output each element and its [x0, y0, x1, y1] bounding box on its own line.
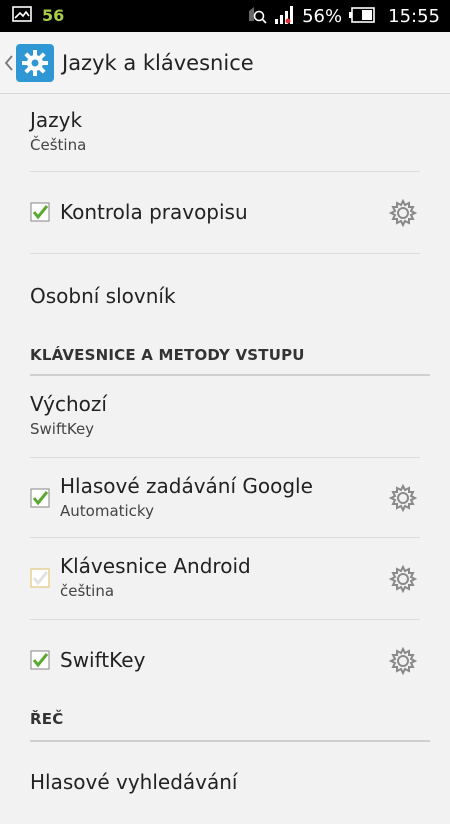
android-keyboard-subtitle: čeština [60, 582, 115, 600]
swiftkey-row[interactable]: SwiftKey [30, 620, 420, 702]
section-speech: ŘEČ [30, 702, 430, 742]
gallery-icon [12, 6, 32, 26]
language-subtitle: Čeština [30, 136, 87, 154]
google-voice-subtitle: Automaticky [60, 502, 154, 520]
swiftkey-text: SwiftKey [60, 648, 145, 672]
back-chevron-icon[interactable] [4, 54, 14, 76]
spellcheck-row[interactable]: Kontrola pravopisu [30, 172, 420, 254]
section-keyboard: KLÁVESNICE A METODY VSTUPU [30, 336, 430, 376]
language-row[interactable]: Jazyk Čeština [30, 94, 420, 172]
voice-search-text: Hlasové vyhledávání [30, 770, 238, 794]
android-keyboard-title: Klávesnice Android [60, 554, 251, 578]
notification-count: 56 [42, 6, 65, 25]
default-keyboard-title: Výchozí [30, 392, 107, 416]
status-bar: 56 56% 15:55 [0, 0, 450, 32]
default-keyboard-subtitle: SwiftKey [30, 420, 95, 438]
spellcheck-settings-gear-icon[interactable] [388, 198, 418, 228]
status-time: 15:55 [388, 6, 440, 27]
section-keyboard-title: KLÁVESNICE A METODY VSTUPU [30, 346, 305, 364]
language-title: Jazyk [30, 108, 83, 132]
google-voice-settings-gear-icon[interactable] [388, 483, 418, 513]
action-bar: Jazyk a klávesnice [0, 32, 450, 94]
settings-list: Jazyk Čeština Kontrola pravopisu Osobní … [0, 94, 450, 824]
swiftkey-settings-gear-icon[interactable] [388, 646, 418, 676]
android-keyboard-row[interactable]: Klávesnice Android čeština [30, 538, 420, 620]
google-voice-row[interactable]: Hlasové zadávání Google Automaticky [30, 458, 420, 538]
sync-search-icon [246, 5, 268, 29]
battery-icon [348, 6, 376, 28]
android-keyboard-text: Klávesnice Android čeština [60, 554, 251, 600]
spellcheck-checkbox[interactable] [30, 202, 50, 222]
spellcheck-title: Kontrola pravopisu [60, 200, 248, 224]
dictionary-title: Osobní slovník [30, 284, 176, 308]
section-speech-title: ŘEČ [30, 710, 64, 728]
android-keyboard-settings-gear-icon[interactable] [388, 564, 418, 594]
status-left: 56 [12, 6, 64, 26]
voice-search-row[interactable]: Hlasové vyhledávání [30, 742, 420, 824]
dictionary-row[interactable]: Osobní slovník [30, 254, 420, 336]
google-voice-checkbox[interactable] [30, 488, 50, 508]
swiftkey-checkbox[interactable] [30, 650, 50, 670]
google-voice-text: Hlasové zadávání Google Automaticky [60, 474, 313, 520]
spellcheck-text: Kontrola pravopisu [60, 200, 248, 224]
default-keyboard-row[interactable]: Výchozí SwiftKey [30, 376, 420, 458]
language-text: Jazyk Čeština [30, 108, 86, 154]
page-title: Jazyk a klávesnice [62, 51, 254, 75]
android-keyboard-checkbox[interactable] [30, 568, 50, 588]
google-voice-title: Hlasové zadávání Google [60, 474, 313, 498]
settings-app-icon[interactable] [16, 44, 54, 82]
signal-icon [274, 5, 296, 29]
swiftkey-title: SwiftKey [60, 648, 146, 672]
default-keyboard-text: Výchozí SwiftKey [30, 392, 107, 438]
battery-percent: 56% [302, 6, 343, 27]
status-right: 56% 15:55 [246, 5, 440, 29]
voice-search-title: Hlasové vyhledávání [30, 770, 238, 794]
dictionary-text: Osobní slovník [30, 284, 176, 308]
